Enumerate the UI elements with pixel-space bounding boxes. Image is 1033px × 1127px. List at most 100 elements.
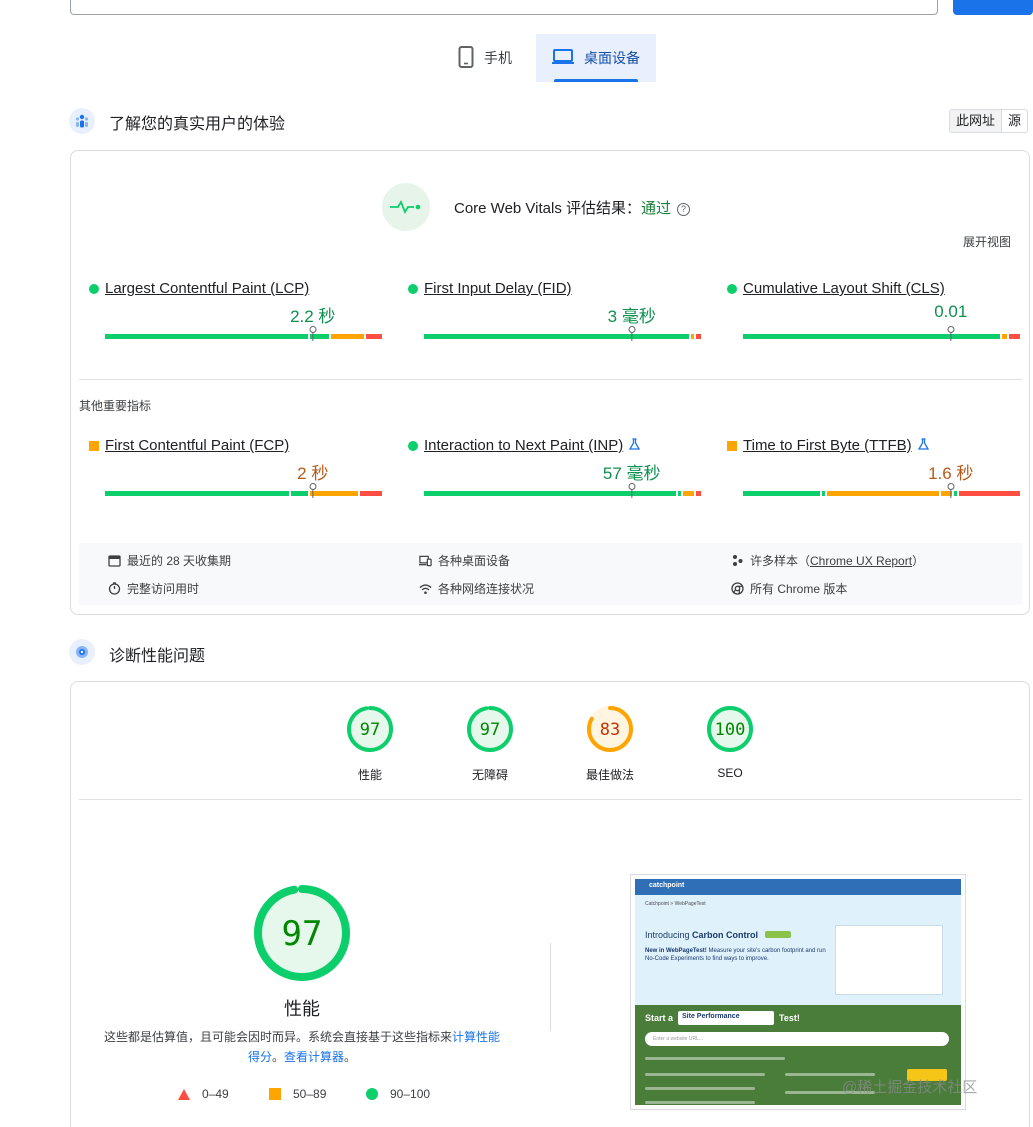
score-value: 100 <box>715 720 746 740</box>
legend-good: 90–100 <box>366 1087 430 1101</box>
score-value: 97 <box>360 720 380 740</box>
metric-label: Time to First Byte (TTFB) <box>743 437 912 454</box>
distribution-segment <box>678 491 681 496</box>
collection-period: 最近的 28 天收集期 <box>108 552 231 569</box>
score-gauge[interactable]: 97 <box>464 703 516 755</box>
percentile-marker <box>309 483 317 490</box>
metric-label: Largest Contentful Paint (LCP) <box>105 280 310 297</box>
other-metrics-label: 其他重要指标 <box>79 399 152 413</box>
thumb-url-input: Enter a website URL... <box>645 1032 949 1046</box>
distribution-segment <box>958 491 1020 496</box>
percentile-marker-line <box>950 490 952 498</box>
performance-score: 97 <box>282 914 323 954</box>
final-screenshot[interactable]: catchpoint Catchpoint > WebPageTest Intr… <box>630 874 966 1110</box>
sample-size: 许多样本（Chrome UX Report） <box>731 552 924 569</box>
metric-label: First Input Delay (FID) <box>424 280 572 297</box>
metric-value: 1.6 秒 <box>928 464 974 483</box>
performance-label: 性能 <box>284 999 320 1019</box>
distribution-segment <box>682 491 694 496</box>
score-label[interactable]: 无障碍 <box>472 766 508 783</box>
url-input[interactable] <box>70 0 938 15</box>
percentile-marker <box>947 326 955 333</box>
network-types: 各种网络连接状况 <box>419 580 534 597</box>
circle-icon <box>366 1088 378 1100</box>
distribution-segment <box>743 334 1000 339</box>
chrome-ux-report-link[interactable]: Chrome UX Report <box>810 554 912 568</box>
thumb-nav: catchpoint <box>635 879 961 895</box>
percentile-marker <box>628 326 636 333</box>
tab-mobile[interactable]: 手机 <box>458 34 534 82</box>
score-gauge[interactable]: 97 <box>344 703 396 755</box>
percentile-marker-line <box>950 333 952 341</box>
distribution-segment <box>365 334 382 339</box>
cwv-label: Core Web Vitals 评估结果： <box>454 199 641 217</box>
distribution-segment <box>291 491 308 496</box>
thumb-breadcrumb: Catchpoint > WebPageTest <box>645 901 706 907</box>
distribution-bar <box>424 491 701 496</box>
legend-poor: 0–49 <box>178 1087 229 1101</box>
score-label[interactable]: 最佳做法 <box>586 766 634 783</box>
metric-name[interactable]: First Input Delay (FID) <box>408 280 572 297</box>
metric-label: First Contentful Paint (FCP) <box>105 437 290 454</box>
metric-name[interactable]: First Contentful Paint (FCP) <box>89 437 289 454</box>
distribution-segment <box>695 334 701 339</box>
help-icon[interactable]: ? <box>677 202 691 216</box>
speedometer-icon <box>69 639 95 665</box>
score-label[interactable]: SEO <box>717 766 742 780</box>
metrics-divider <box>79 379 1022 380</box>
score-gauge[interactable]: 83 <box>584 703 636 755</box>
percentile-marker <box>628 483 636 490</box>
toggle-this-url[interactable]: 此网址 <box>950 110 1003 132</box>
calendar-icon <box>108 554 121 567</box>
thumb-heading: Introducing Carbon Control <box>645 930 759 940</box>
score-gauge[interactable]: 100 <box>704 703 756 755</box>
metric-value: 57 毫秒 <box>602 464 661 483</box>
percentile-marker-line <box>312 333 314 341</box>
distribution-segment <box>822 491 826 496</box>
distribution-segment <box>105 334 309 339</box>
performance-gauge-ring: 97 <box>252 883 352 983</box>
metric-value: 3 毫秒 <box>607 307 656 326</box>
url-origin-toggle[interactable]: 此网址 源 <box>949 109 1029 133</box>
distribution-segment <box>743 491 821 496</box>
thumb-preview-card <box>835 925 943 995</box>
metric-name[interactable]: Largest Contentful Paint (LCP) <box>89 280 309 297</box>
percentile-marker-line <box>631 333 633 341</box>
score-value: 83 <box>600 720 620 740</box>
thumb-badge <box>765 931 791 938</box>
status-good-icon <box>408 283 418 294</box>
percentile-marker-line <box>631 490 633 498</box>
analyze-button[interactable] <box>953 0 1033 15</box>
expand-view-link[interactable]: 展开视图 <box>963 233 1011 250</box>
percentile-marker <box>947 483 955 490</box>
status-good-icon <box>408 440 418 451</box>
vertical-separator <box>550 943 551 1031</box>
metric-name[interactable]: Time to First Byte (TTFB) <box>727 437 929 454</box>
smartphone-icon <box>458 45 474 71</box>
score-value: 97 <box>480 720 500 740</box>
score-label[interactable]: 性能 <box>358 766 382 783</box>
distribution-segment <box>105 491 290 496</box>
chrome-versions: 所有 Chrome 版本 <box>731 580 847 597</box>
users-icon <box>69 108 95 134</box>
distribution-segment <box>424 491 677 496</box>
group-icon <box>731 554 744 567</box>
distribution-segment <box>827 491 940 496</box>
metric-value: 0.01 <box>934 302 968 321</box>
percentile-marker-line <box>312 490 314 498</box>
distribution-bar <box>743 491 1020 496</box>
performance-description: 这些都是估算值，且可能会因时而异。系统会直接基于这些指标来计算性能得分。查看计算… <box>103 1030 501 1064</box>
diagnostics-title: 诊断性能问题 <box>109 648 206 665</box>
distribution-bar <box>743 334 1020 339</box>
wifi-icon <box>419 582 432 595</box>
metric-name[interactable]: Cumulative Layout Shift (CLS) <box>727 280 945 297</box>
metric-name[interactable]: Interaction to Next Paint (INP) <box>408 437 641 454</box>
calculator-link[interactable]: 查看计算器 <box>284 1050 344 1064</box>
triangle-icon <box>178 1088 190 1100</box>
toggle-origin[interactable]: 源 <box>1002 110 1027 132</box>
distribution-segment <box>953 491 957 496</box>
timer-icon <box>108 582 121 595</box>
tab-desktop[interactable]: 桌面设备 <box>536 34 656 82</box>
distribution-segment <box>1009 334 1020 339</box>
flask-icon <box>917 438 929 453</box>
